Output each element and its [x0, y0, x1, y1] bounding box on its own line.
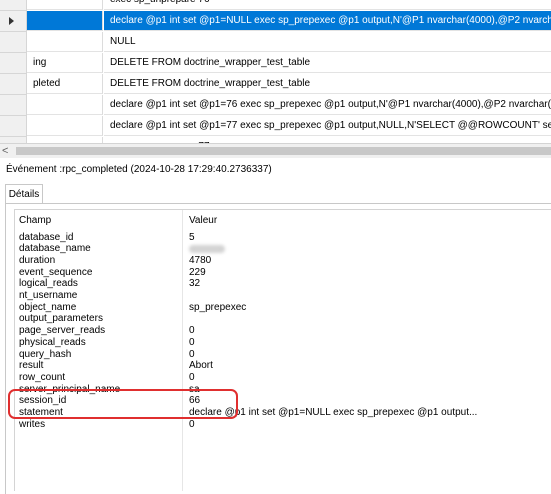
grid-cell-name[interactable] — [27, 32, 103, 52]
property-value: 0 — [189, 336, 195, 348]
property-field: output_parameters — [19, 313, 103, 325]
property-row[interactable]: output_parameters — [15, 313, 551, 325]
property-field: nt_username — [19, 290, 78, 301]
grid-cell-name[interactable] — [27, 95, 103, 115]
property-row[interactable]: query_hash 0 — [15, 349, 551, 361]
property-field: query_hash — [19, 348, 72, 360]
property-row[interactable]: page_server_reads 0 — [15, 325, 551, 337]
row-header[interactable] — [0, 95, 27, 116]
grid-row[interactable]: declare @p1 int set @p1=76 exec sp_prepe… — [0, 95, 551, 116]
current-row-arrow-icon — [9, 17, 14, 25]
property-value: 5 — [189, 231, 195, 243]
property-field: database_id — [19, 231, 74, 243]
property-row[interactable]: row_count 0 — [15, 372, 551, 384]
property-field: object_name — [19, 301, 77, 313]
row-header[interactable] — [0, 74, 27, 95]
property-row[interactable]: nt_username — [15, 290, 551, 302]
grid-cell-text[interactable]: declare @p1 int set @p1=76 exec sp_prepe… — [104, 95, 551, 115]
grid-row[interactable]: pleted DELETE FROM doctrine_wrapper_test_… — [0, 74, 551, 95]
property-value: 0 — [189, 325, 195, 337]
property-value: sp_prepexec — [189, 301, 247, 313]
property-field: physical_reads — [19, 336, 86, 348]
grid-cell-text[interactable]: DELETE FROM doctrine_wrapper_test_table — [104, 74, 551, 94]
property-field: database_name — [19, 243, 91, 255]
property-field: row_count — [19, 371, 66, 383]
grid-cell-text[interactable]: NULL — [104, 32, 551, 52]
property-value: 229 — [189, 266, 206, 278]
tab-details[interactable]: Détails — [5, 184, 43, 203]
property-value: 0 — [189, 418, 195, 430]
property-row[interactable]: logical_reads 32 — [15, 278, 551, 290]
property-value: 32 — [189, 278, 201, 290]
grid-cell-text[interactable]: declare @p1 int set @p1=77 exec sp_prepe… — [104, 116, 551, 136]
grid-cell-name[interactable]: ing — [27, 53, 103, 73]
property-row[interactable]: writes 0 — [15, 419, 551, 431]
grid-row[interactable]: declare @p1 int set @p1=77 exec sp_prepe… — [0, 116, 551, 137]
property-value: 4780 — [189, 254, 212, 266]
property-field: duration — [19, 254, 56, 266]
value-column-header: Valeur — [189, 215, 218, 226]
grid-row[interactable]: declare @p1 int set @p1=NULL exec sp_pre… — [0, 11, 551, 32]
scroll-left-icon[interactable]: < — [2, 145, 8, 157]
property-field: event_sequence — [19, 266, 93, 278]
grid-cell-name[interactable] — [27, 11, 103, 31]
property-row[interactable]: result Abort — [15, 360, 551, 372]
property-row[interactable]: physical_reads 0 — [15, 337, 551, 349]
property-value: Abort — [189, 360, 213, 372]
highlight-box — [8, 389, 238, 419]
grid-cell-name[interactable] — [27, 116, 103, 136]
row-header[interactable] — [0, 116, 27, 137]
grid-cell-text[interactable]: exec sp_unprepare 76 — [104, 0, 551, 10]
events-grid: exec sp_unprepare 76declare @p1 int set … — [0, 0, 551, 143]
grid-row[interactable]: ing DELETE FROM doctrine_wrapper_test_tab… — [0, 53, 551, 74]
grid-cell-text[interactable]: declare @p1 int set @p1=NULL exec sp_pre… — [104, 11, 551, 31]
grid-row[interactable]: exec sp_unprepare 76 — [0, 0, 551, 11]
properties-table: Champ Valeur database_id 5 database_name du… — [14, 209, 551, 491]
row-header[interactable] — [0, 32, 27, 53]
row-header[interactable] — [0, 53, 27, 74]
property-row[interactable]: event_sequence 229 — [15, 267, 551, 279]
redacted-value — [189, 245, 225, 254]
field-column-header: Champ — [19, 215, 52, 226]
property-row[interactable]: duration 4780 — [15, 255, 551, 267]
property-value: 0 — [189, 348, 195, 360]
property-value: 0 — [189, 371, 195, 383]
event-label: Événement :rpc_completed (2024-10-28 17:… — [6, 164, 272, 175]
property-row[interactable]: database_name — [15, 243, 551, 255]
grid-cell-text[interactable]: DELETE FROM doctrine_wrapper_test_table — [104, 53, 551, 73]
grid-cell-name[interactable] — [27, 0, 103, 10]
property-field: logical_reads — [19, 278, 78, 290]
horizontal-scrollbar[interactable]: < — [0, 143, 551, 158]
properties-header: Champ Valeur — [15, 215, 551, 227]
row-header[interactable] — [0, 11, 27, 32]
scrollbar-thumb[interactable] — [16, 147, 551, 155]
property-field: result — [19, 360, 44, 372]
details-panel: Champ Valeur database_id 5 database_name du… — [5, 204, 551, 494]
grid-cell-name[interactable]: pleted — [27, 74, 103, 94]
property-row[interactable]: database_id 5 — [15, 232, 551, 244]
grid-row[interactable]: NULL — [0, 32, 551, 53]
property-field: page_server_reads — [19, 325, 106, 337]
property-row[interactable]: object_name sp_prepexec — [15, 302, 551, 314]
row-header[interactable] — [0, 0, 27, 11]
property-field: writes — [19, 418, 46, 430]
